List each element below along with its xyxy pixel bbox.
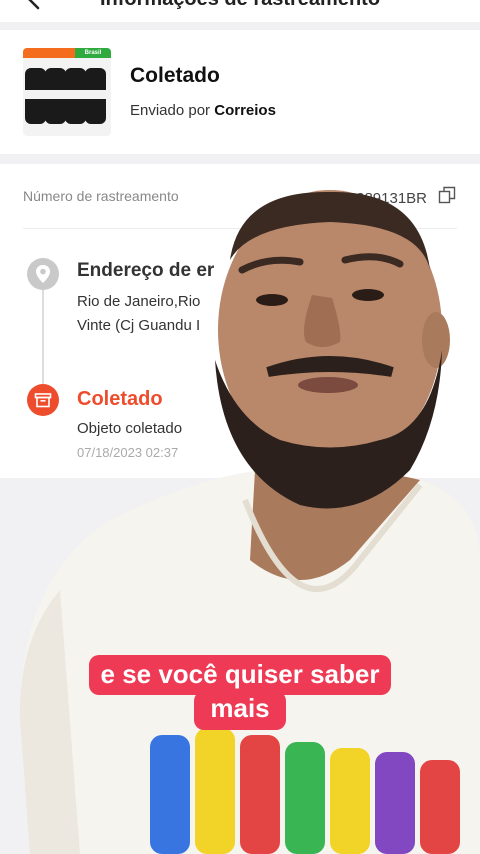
location-pin-icon	[27, 258, 59, 290]
timeline-event-title: Coletado	[77, 388, 163, 410]
package-box-icon	[27, 384, 59, 416]
timeline-event-description: Objeto coletado	[77, 420, 183, 437]
copy-icon[interactable]	[438, 186, 456, 204]
caption-line: mais	[194, 691, 286, 730]
package-card: Brasil Coletado Enviado por Correios	[0, 30, 480, 154]
tracking-number-label: Número de rastreamento	[23, 188, 179, 204]
package-sender: Enviado por Correios	[130, 102, 276, 119]
page-title: Informações de rastreamento	[0, 0, 480, 11]
timeline-event-address-line: Rio de Janeiro,Rio	[77, 293, 201, 310]
timeline-event-title: Endereço de er	[77, 260, 215, 281]
timeline-connector	[42, 286, 44, 384]
caption-line: e se você quiser saber	[88, 655, 392, 695]
video-caption: e se você quiser saber mais	[0, 655, 480, 730]
package-status: Coletado	[130, 64, 220, 87]
sender-prefix: Enviado por	[130, 102, 211, 119]
app-header: Informações de rastreamento	[0, 0, 480, 22]
product-thumbnail[interactable]: Brasil	[23, 48, 111, 136]
socks-image	[25, 68, 106, 124]
divider	[23, 228, 457, 229]
carrier-name: Correios	[214, 102, 276, 119]
tracking-number-value: 0289131BR	[347, 190, 427, 207]
timeline-event-address-line: Vinte (Cj Guandu I	[77, 317, 201, 334]
tracking-card: Número de rastreamento 0289131BR Endereç…	[0, 164, 480, 478]
timeline-event-timestamp: 07/18/2023 02:37	[77, 445, 179, 460]
